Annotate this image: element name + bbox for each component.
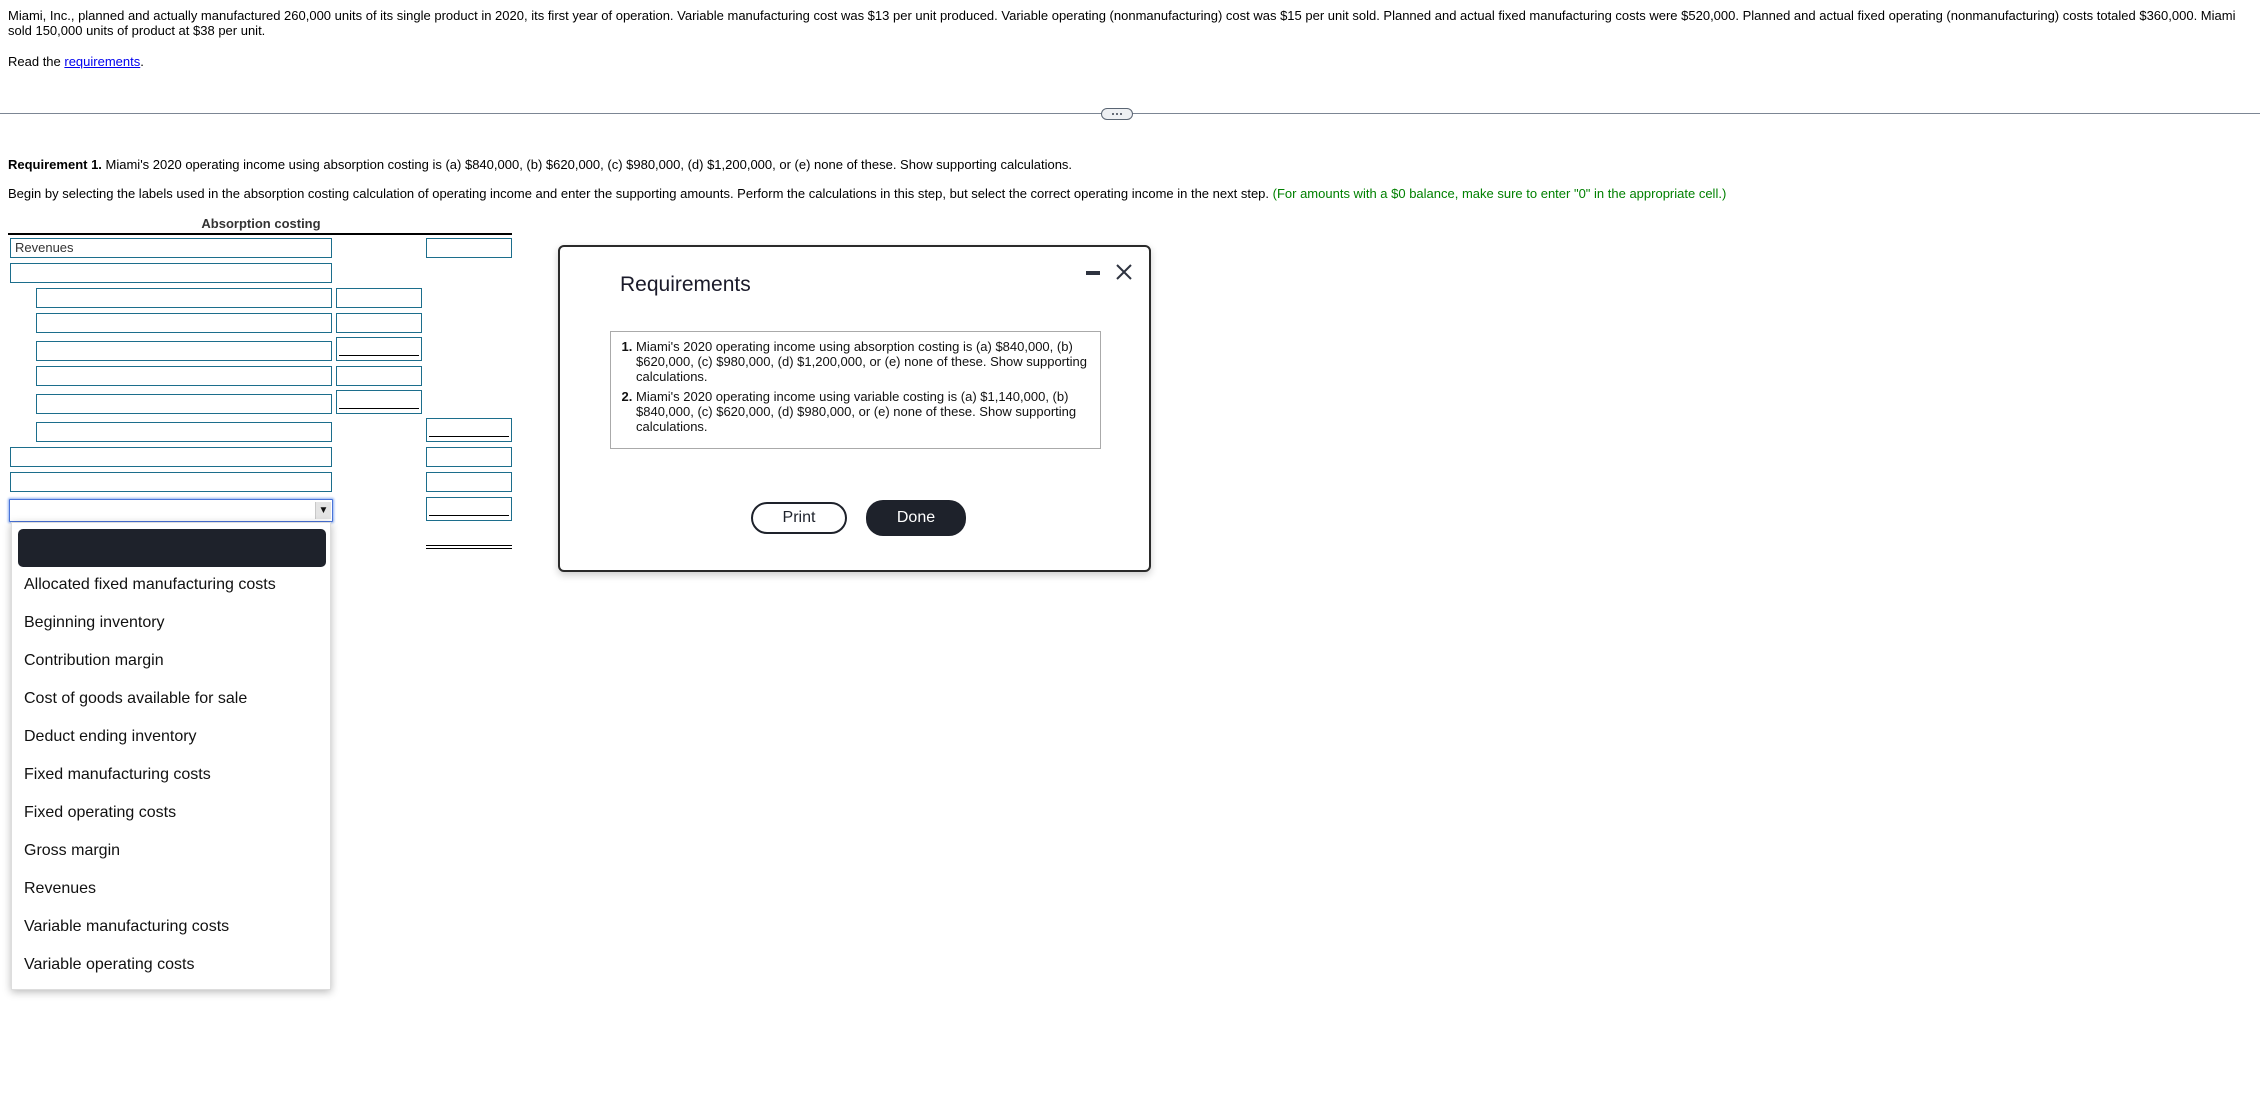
read-suffix: .: [140, 54, 144, 69]
dot-icon: [1120, 113, 1122, 115]
requirements-list: Miami's 2020 operating income using abso…: [619, 339, 1092, 434]
label-input-row-7[interactable]: [36, 394, 332, 414]
label-input-row-8[interactable]: [36, 422, 332, 442]
minimize-icon[interactable]: [1086, 271, 1100, 275]
requirements-modal: Requirements Miami's 2020 operating inco…: [558, 245, 1151, 572]
instructions-text: Begin by selecting the labels used in th…: [8, 186, 1273, 201]
requirements-link[interactable]: requirements: [64, 54, 140, 69]
dot-icon: [1116, 113, 1118, 115]
print-button[interactable]: Print: [751, 502, 847, 534]
dropdown-option[interactable]: Variable manufacturing costs: [24, 917, 229, 937]
requirement-1-body: Miami's 2020 operating income using abso…: [101, 157, 1073, 172]
label-dropdown-list: Allocated fixed manufacturing costs Begi…: [11, 522, 331, 990]
dot-icon: [1112, 113, 1114, 115]
dropdown-option[interactable]: Variable operating costs: [24, 955, 194, 975]
close-icon[interactable]: [1114, 262, 1134, 282]
amount-input-row-11-col-2[interactable]: [426, 497, 512, 521]
dropdown-option[interactable]: Revenues: [24, 879, 96, 899]
dropdown-option[interactable]: Allocated fixed manufacturing costs: [24, 575, 276, 595]
requirement-1-label: Requirement 1.: [8, 157, 102, 172]
amount-input-row-9-col-2[interactable]: [426, 447, 512, 467]
amount-input-row-8-col-2[interactable]: [426, 418, 512, 442]
instructions: Begin by selecting the labels used in th…: [8, 186, 1726, 201]
divider-handle[interactable]: [1101, 108, 1133, 120]
table-header-rule: [8, 233, 512, 235]
dropdown-option[interactable]: Fixed operating costs: [24, 803, 176, 823]
label-input-row-2[interactable]: [10, 263, 332, 283]
label-input-row-5[interactable]: [36, 341, 332, 361]
modal-title: Requirements: [620, 273, 751, 296]
label-input-row-10[interactable]: [10, 472, 332, 492]
label-input-row-9[interactable]: [10, 447, 332, 467]
dropdown-option[interactable]: Deduct ending inventory: [24, 727, 197, 747]
label-input-row-6[interactable]: [36, 366, 332, 386]
dropdown-option[interactable]: Contribution margin: [24, 651, 164, 671]
dropdown-option[interactable]: Beginning inventory: [24, 613, 165, 633]
amount-input-row-4-col-1[interactable]: [336, 313, 422, 333]
amount-input-row-7-col-1[interactable]: [336, 390, 422, 414]
total-double-underline: [426, 545, 512, 549]
dropdown-option-empty-highlighted[interactable]: [18, 529, 326, 567]
amount-input-row-5-col-1[interactable]: [336, 337, 422, 361]
requirement-1-text: Requirement 1. Miami's 2020 operating in…: [8, 157, 1072, 172]
table-title: Absorption costing: [201, 216, 321, 231]
dropdown-option[interactable]: Gross margin: [24, 841, 120, 861]
dropdown-option[interactable]: Cost of goods available for sale: [24, 689, 247, 709]
requirement-item: Miami's 2020 operating income using vari…: [636, 389, 1092, 434]
label-input-row-3[interactable]: [36, 288, 332, 308]
amount-input-row-1-col-2[interactable]: [426, 238, 512, 258]
problem-statement: Miami, Inc., planned and actually manufa…: [8, 8, 2236, 38]
label-select-row-11[interactable]: ▼: [9, 499, 333, 522]
read-prefix: Read the: [8, 54, 65, 69]
requirement-item: Miami's 2020 operating income using abso…: [636, 339, 1092, 384]
amount-input-row-6-col-1[interactable]: [336, 366, 422, 386]
label-input-row-1[interactable]: Revenues: [10, 238, 332, 258]
dropdown-arrow-icon[interactable]: ▼: [315, 502, 331, 519]
read-requirements-line: Read the requirements.: [8, 54, 144, 69]
dropdown-option[interactable]: Fixed manufacturing costs: [24, 765, 211, 785]
label-input-row-4[interactable]: [36, 313, 332, 333]
amount-input-row-10-col-2[interactable]: [426, 472, 512, 492]
instructions-hint: (For amounts with a $0 balance, make sur…: [1272, 186, 1727, 201]
amount-input-row-3-col-1[interactable]: [336, 288, 422, 308]
done-button[interactable]: Done: [866, 500, 966, 536]
requirements-list-box: Miami's 2020 operating income using abso…: [610, 331, 1101, 449]
